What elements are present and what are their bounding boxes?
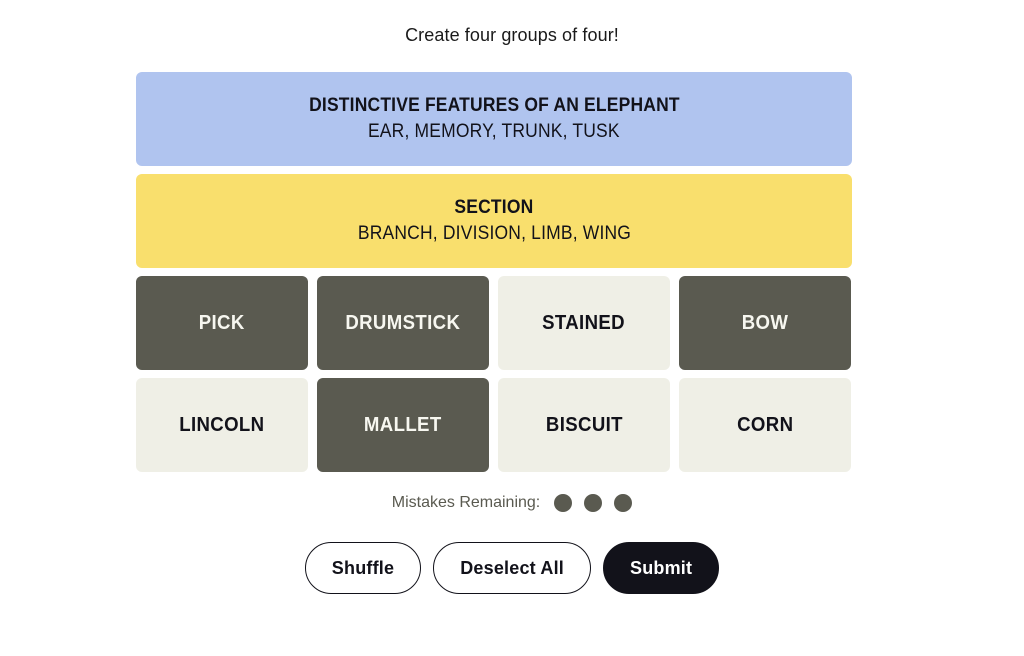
word-tile-label: CORN <box>736 413 794 436</box>
mistake-dot <box>614 494 633 512</box>
word-tile-label: DRUMSTICK <box>345 311 461 334</box>
solved-group-members: BRANCH, DIVISION, LIMB, WING <box>357 223 631 244</box>
word-tile-label: LINCOLN <box>179 413 265 436</box>
mistakes-remaining-label: Mistakes Remaining: <box>391 494 541 511</box>
word-tile-label: BOW <box>741 311 789 334</box>
word-tile[interactable]: LINCOLN <box>136 378 308 472</box>
word-tile[interactable]: PICK <box>136 276 308 370</box>
deselect-all-button[interactable]: Deselect All <box>433 542 591 594</box>
word-tile[interactable]: MALLET <box>317 378 489 472</box>
word-tile[interactable]: CORN <box>679 378 851 472</box>
solved-group-row: DISTINCTIVE FEATURES OF AN ELEPHANT EAR, … <box>136 72 852 166</box>
submit-button[interactable]: Submit <box>603 542 720 594</box>
page-title: Create four groups of four! <box>405 25 619 45</box>
game-board: DISTINCTIVE FEATURES OF AN ELEPHANT EAR, … <box>136 72 852 472</box>
word-tile[interactable]: DRUMSTICK <box>317 276 489 370</box>
solved-group-title: SECTION <box>454 197 534 218</box>
word-tile[interactable]: BOW <box>679 276 851 370</box>
mistake-dot <box>554 494 573 512</box>
solved-group-row: SECTION BRANCH, DIVISION, LIMB, WING <box>136 174 852 268</box>
solved-group-title: DISTINCTIVE FEATURES OF AN ELEPHANT <box>308 95 680 116</box>
word-tile-label: BISCUIT <box>545 413 623 436</box>
word-tile-label: PICK <box>199 311 245 334</box>
action-button-row: Shuffle Deselect All Submit <box>0 542 1024 594</box>
solved-groups-container: DISTINCTIVE FEATURES OF AN ELEPHANT EAR, … <box>136 72 852 268</box>
solved-group-members: EAR, MEMORY, TRUNK, TUSK <box>368 121 620 142</box>
word-tile-label: MALLET <box>364 413 442 436</box>
mistake-dot <box>584 494 603 512</box>
word-tile-label: STAINED <box>542 311 626 334</box>
word-tile[interactable]: BISCUIT <box>498 378 670 472</box>
word-tile-grid: PICK DRUMSTICK STAINED BOW LINCOLN MALLET BISC… <box>136 276 852 472</box>
word-tile[interactable]: STAINED <box>498 276 670 370</box>
connections-game-screen: Create four groups of four! DISTINCTIVE … <box>0 0 1024 656</box>
mistakes-remaining-row: Mistakes Remaining: <box>0 493 1024 513</box>
mistakes-dots <box>554 494 633 512</box>
shuffle-button[interactable]: Shuffle <box>304 542 422 594</box>
